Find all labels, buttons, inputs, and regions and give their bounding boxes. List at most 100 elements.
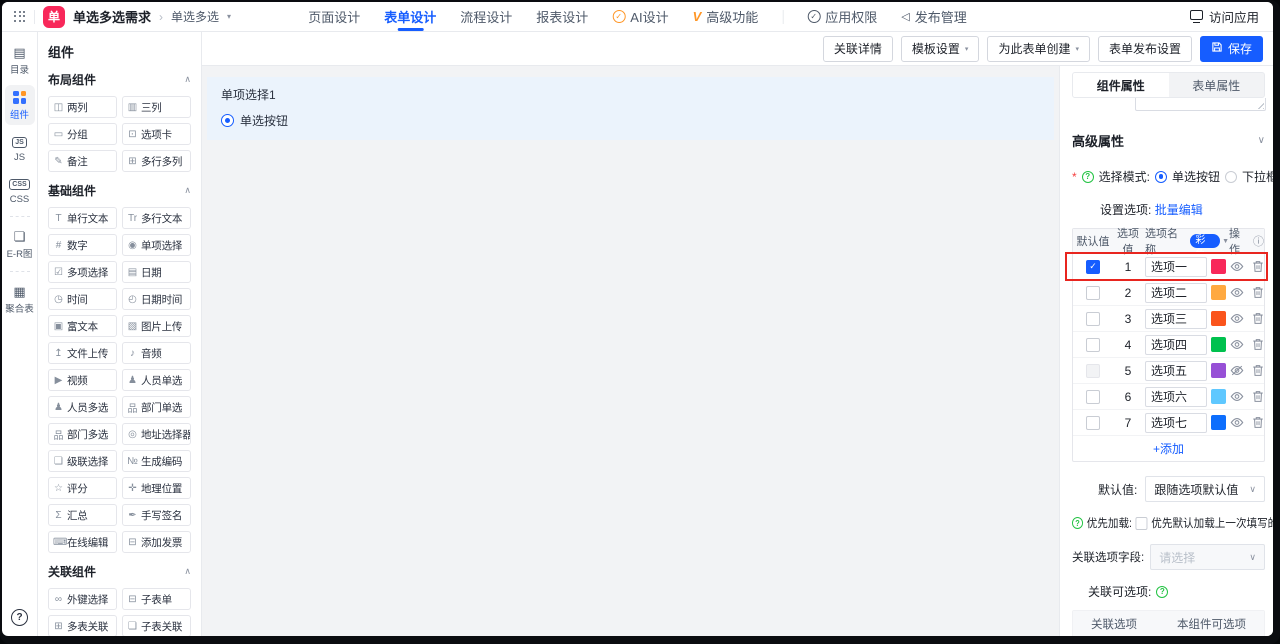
breadcrumb-caret-icon[interactable]: ▾ xyxy=(227,12,231,21)
palette-item-single-choice[interactable]: ◉单项选择 xyxy=(122,234,191,256)
batch-edit-link[interactable]: 批量编辑 xyxy=(1155,203,1203,217)
section-header-basic[interactable]: 基础组件 ∧ xyxy=(48,182,191,199)
resize-grip-icon[interactable] xyxy=(1256,101,1264,109)
palette-item-geo-location[interactable]: ✛地理位置 xyxy=(122,477,191,499)
palette-item-dept-single[interactable]: 品部门单选 xyxy=(122,396,191,418)
save-button[interactable]: 保存 xyxy=(1200,36,1263,62)
form-canvas[interactable]: 单项选择1 单选按钮 xyxy=(202,66,1059,636)
default-checkbox[interactable] xyxy=(1086,286,1100,300)
palette-item-number[interactable]: #数字 xyxy=(48,234,117,256)
template-settings-button[interactable]: 模板设置 ▾ xyxy=(901,36,980,62)
option-name-input[interactable] xyxy=(1145,257,1207,277)
palette-item-tabs[interactable]: ⊡选项卡 xyxy=(122,123,191,145)
color-swatch[interactable] xyxy=(1211,311,1226,326)
palette-item-signature[interactable]: ✒手写签名 xyxy=(122,504,191,526)
palette-item-subtable-relation[interactable]: ❏子表关联 xyxy=(122,615,191,636)
tab-advanced-features[interactable]: V 高级功能 xyxy=(693,2,759,31)
selected-radio-component[interactable]: 单项选择1 单选按钮 xyxy=(207,77,1054,140)
form-publish-settings-button[interactable]: 表单发布设置 xyxy=(1098,36,1192,62)
rail-item-components[interactable]: 组件 xyxy=(5,85,35,125)
palette-item-time[interactable]: ◷时间 xyxy=(48,288,117,310)
palette-item-three-columns[interactable]: ▥三列 xyxy=(122,96,191,118)
create-from-form-button[interactable]: 为此表单创建 ▾ xyxy=(987,36,1090,62)
option-name-input[interactable] xyxy=(1145,361,1207,381)
palette-item-dept-multi[interactable]: 品部门多选 xyxy=(48,423,117,445)
trash-icon[interactable] xyxy=(1252,364,1264,377)
help-icon[interactable]: ? xyxy=(11,609,28,626)
tab-component-properties[interactable]: 组件属性 xyxy=(1073,73,1169,97)
palette-item-add-invoice[interactable]: ⊟添加发票 xyxy=(122,531,191,553)
color-badge[interactable]: 彩色 xyxy=(1190,234,1220,248)
palette-item-person-multi[interactable]: ♟人员多选 xyxy=(48,396,117,418)
info-circle-icon[interactable]: ⓘ xyxy=(1253,233,1264,249)
default-value-select[interactable]: 跟随选项默认值 ∨ xyxy=(1145,476,1265,502)
rail-item-js[interactable]: JS JS xyxy=(5,130,35,167)
eye-icon[interactable] xyxy=(1230,261,1244,272)
breadcrumb-current[interactable]: 单选多选 xyxy=(171,8,219,25)
radio-button[interactable] xyxy=(221,114,234,127)
color-swatch[interactable] xyxy=(1211,363,1226,378)
option-name-input[interactable] xyxy=(1145,413,1207,433)
palette-item-summary[interactable]: Σ汇总 xyxy=(48,504,117,526)
trash-icon[interactable] xyxy=(1252,338,1264,351)
palette-item-remark[interactable]: ✎备注 xyxy=(48,150,117,172)
color-swatch[interactable] xyxy=(1211,285,1226,300)
eye-icon[interactable] xyxy=(1230,417,1244,428)
default-checkbox[interactable] xyxy=(1086,260,1100,274)
trash-icon[interactable] xyxy=(1252,390,1264,403)
color-swatch[interactable] xyxy=(1211,415,1226,430)
palette-item-multi-row-col[interactable]: ⊞多行多列 xyxy=(122,150,191,172)
default-checkbox[interactable] xyxy=(1086,416,1100,430)
palette-item-generate-code[interactable]: №生成编码 xyxy=(122,450,191,472)
palette-item-audio[interactable]: ♪音频 xyxy=(122,342,191,364)
eye-icon[interactable] xyxy=(1230,313,1244,324)
palette-item-subform[interactable]: ⊟子表单 xyxy=(122,588,191,610)
tab-report-design[interactable]: 报表设计 xyxy=(536,2,588,31)
palette-item-two-columns[interactable]: ◫两列 xyxy=(48,96,117,118)
palette-item-group[interactable]: ▭分组 xyxy=(48,123,117,145)
option-name-input[interactable] xyxy=(1145,283,1207,303)
dropdown-mode-radio-button[interactable] xyxy=(1225,171,1237,183)
app-grid-icon[interactable] xyxy=(14,11,26,23)
palette-item-date[interactable]: ▤日期 xyxy=(122,261,191,283)
default-checkbox[interactable] xyxy=(1086,312,1100,326)
option-name-input[interactable] xyxy=(1145,309,1207,329)
rail-item-aggregate-table[interactable]: ▦ 聚合表 xyxy=(5,279,35,319)
description-textarea[interactable] xyxy=(1135,98,1266,111)
question-circle-icon[interactable]: ? xyxy=(1156,586,1168,598)
palette-item-rating[interactable]: ☆评分 xyxy=(48,477,117,499)
rail-item-directory[interactable]: ▤ 目录 xyxy=(5,40,35,80)
eye-icon[interactable] xyxy=(1230,287,1244,298)
palette-item-address-picker[interactable]: ◎地址选择器 xyxy=(122,423,191,445)
eye-icon[interactable] xyxy=(1230,391,1244,402)
palette-item-online-edit[interactable]: ⌨在线编辑 xyxy=(48,531,117,553)
default-checkbox[interactable] xyxy=(1086,338,1100,352)
palette-item-multi-choice[interactable]: ☑多项选择 xyxy=(48,261,117,283)
color-swatch[interactable] xyxy=(1211,389,1226,404)
tab-app-permissions[interactable]: ✓ 应用权限 xyxy=(807,2,877,31)
trash-icon[interactable] xyxy=(1252,416,1264,429)
radio-mode-radio-button[interactable] xyxy=(1155,171,1167,183)
palette-item-image-upload[interactable]: ▧图片上传 xyxy=(122,315,191,337)
rail-item-css[interactable]: CSS CSS xyxy=(5,172,35,209)
palette-item-video[interactable]: ▶视频 xyxy=(48,369,117,391)
relation-field-select[interactable]: 请选择 ∨ xyxy=(1150,544,1265,570)
color-dropdown-caret-icon[interactable]: ▼ xyxy=(1222,238,1229,245)
trash-icon[interactable] xyxy=(1252,286,1264,299)
visit-app-button[interactable]: 访问应用 xyxy=(1190,7,1273,26)
palette-item-single-text[interactable]: T单行文本 xyxy=(48,207,117,229)
color-swatch[interactable] xyxy=(1211,259,1226,274)
chevron-down-icon[interactable]: ∨ xyxy=(1258,135,1265,146)
question-circle-icon[interactable]: ? xyxy=(1072,517,1083,529)
question-circle-icon[interactable]: ? xyxy=(1082,171,1094,183)
color-swatch[interactable] xyxy=(1211,337,1226,352)
section-header-relation[interactable]: 关联组件 ∧ xyxy=(48,563,191,580)
trash-icon[interactable] xyxy=(1252,260,1264,273)
palette-item-rich-text[interactable]: ▣富文本 xyxy=(48,315,117,337)
tab-page-design[interactable]: 页面设计 xyxy=(308,2,360,31)
eye-off-icon[interactable] xyxy=(1230,365,1244,376)
rail-item-er-diagram[interactable]: ❏ E-R图 xyxy=(5,224,35,264)
palette-item-multi-table-relation[interactable]: ⊞多表关联 xyxy=(48,615,117,636)
tab-form-properties[interactable]: 表单属性 xyxy=(1169,73,1265,97)
default-checkbox-disabled[interactable] xyxy=(1086,364,1100,378)
